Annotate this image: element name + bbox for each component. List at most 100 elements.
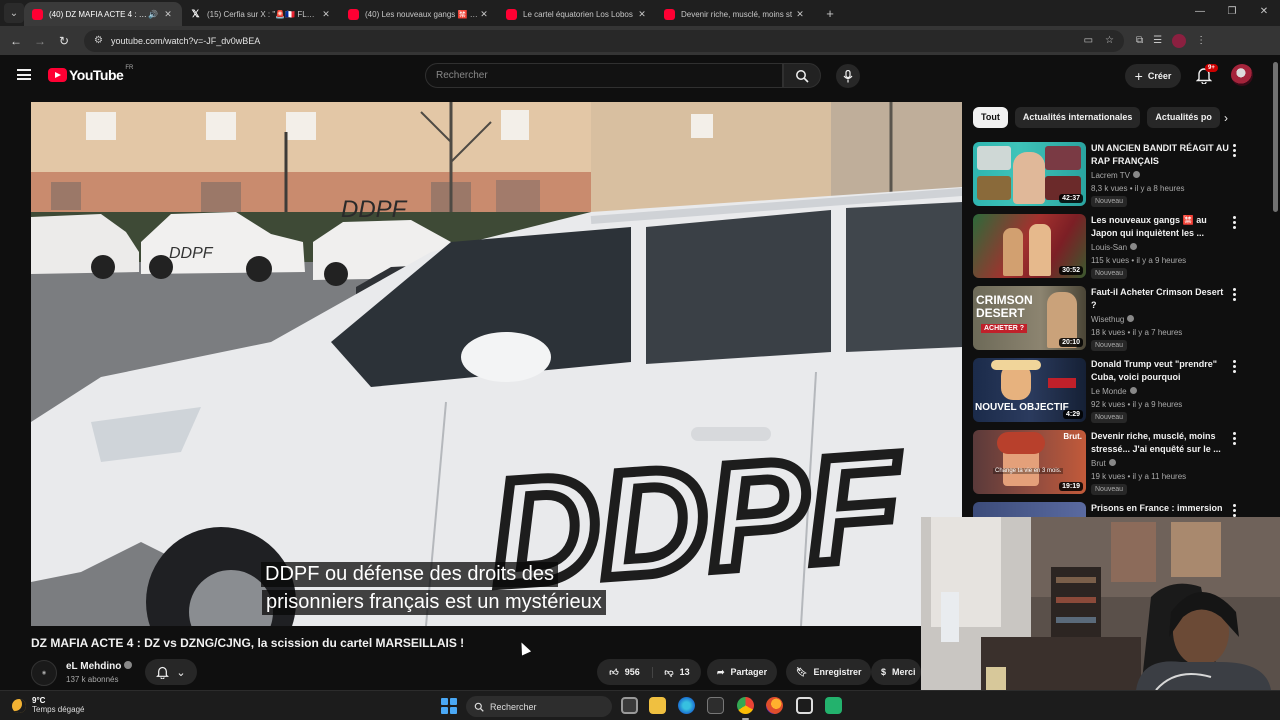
chip-politics-news[interactable]: Actualités po <box>1147 107 1220 128</box>
like-button[interactable]: 👍︎ 956 <box>597 666 653 678</box>
dislike-button[interactable]: 👎︎ 13 <box>653 667 701 678</box>
firefox-icon[interactable] <box>766 697 783 714</box>
maximize-icon[interactable]: ❐ <box>1216 0 1248 26</box>
youtube-icon <box>32 8 43 20</box>
browser-tab-4[interactable]: Le cartel équatorien Los Lobos ✕ <box>498 2 656 26</box>
chevron-right-icon[interactable]: › <box>1218 110 1234 126</box>
recommendation-item[interactable]: CRIMSON DESERT ACHETER ? 20:10 Faut-il A… <box>973 286 1243 352</box>
weather-widget[interactable]: 9°C Temps dégagé <box>12 696 84 715</box>
channel-name-text[interactable]: eL Mehdino <box>66 661 121 672</box>
taskbar-search[interactable]: Rechercher <box>466 696 612 717</box>
channel-name[interactable]: Wisethug <box>1091 315 1135 324</box>
weather-condition: Temps dégagé <box>32 705 85 714</box>
thumbnail[interactable]: CRIMSON DESERT ACHETER ? 20:10 <box>973 286 1086 350</box>
voice-search-button[interactable] <box>836 64 860 88</box>
bookmark-star-icon[interactable]: ☆ <box>1105 35 1114 46</box>
recommendation-item[interactable]: NOUVEL OBJECTIF 4:29 Donald Trump veut "… <box>973 358 1243 424</box>
youtube-logo[interactable]: YouTube FR <box>48 65 133 83</box>
notifications-button[interactable]: 9+ <box>1195 64 1218 85</box>
profile-avatar[interactable] <box>1172 33 1187 48</box>
more-actions-icon[interactable] <box>1233 432 1237 445</box>
speaker-icon[interactable]: 🔊 <box>148 10 158 19</box>
chrome-icon[interactable] <box>737 697 754 720</box>
thumbnail[interactable] <box>973 502 1086 517</box>
channel-name[interactable]: Le Monde <box>1091 387 1137 396</box>
store-icon[interactable] <box>707 697 724 714</box>
edge-icon[interactable] <box>678 697 695 714</box>
url-text[interactable]: youtube.com/watch?v=-JF_dv0wBEA <box>111 36 1072 46</box>
video-meta: 8,3 k vues • il y a 8 heures <box>1091 184 1185 193</box>
channel-name-text[interactable]: Brut <box>1091 459 1106 468</box>
new-tab-button[interactable]: + <box>820 6 840 21</box>
recommendation-item[interactable]: 30:52 Les nouveaux gangs 🈲 au Japon qui … <box>973 214 1243 280</box>
close-icon[interactable]: ✕ <box>162 9 174 20</box>
thumbnail[interactable]: NOUVEL OBJECTIF 4:29 <box>973 358 1086 422</box>
windows-start-icon[interactable] <box>441 698 457 714</box>
logo-text: YouTube <box>69 67 124 83</box>
site-info-icon[interactable]: ⚙ <box>94 35 103 46</box>
chip-international-news[interactable]: Actualités internationales <box>1014 107 1141 128</box>
close-icon[interactable]: ✕ <box>478 9 490 20</box>
subscription-bell-button[interactable]: ⌄ <box>145 659 197 685</box>
more-actions-icon[interactable] <box>1233 288 1237 301</box>
channel-name-text[interactable]: Louis-San <box>1091 243 1127 252</box>
browser-tab-5[interactable]: Devenir riche, musclé, moins st ✕ <box>656 2 814 26</box>
file-explorer-icon[interactable] <box>649 697 666 714</box>
search-input[interactable]: Rechercher <box>425 63 783 88</box>
channel-name-text[interactable]: Wisethug <box>1091 315 1124 324</box>
close-window-icon[interactable]: ✕ <box>1248 0 1280 26</box>
close-icon[interactable]: ✕ <box>636 9 648 20</box>
reload-icon[interactable]: ↻ <box>52 34 76 48</box>
thumbnail[interactable]: 30:52 <box>973 214 1086 278</box>
channel-name[interactable]: eL Mehdino <box>66 661 133 672</box>
back-icon[interactable]: ← <box>4 34 28 48</box>
recommendation-item[interactable]: 42:37 UN ANCIEN BANDIT RÉAGIT AU RAP FRA… <box>973 142 1243 208</box>
forward-icon[interactable]: → <box>28 34 52 48</box>
channel-name[interactable]: Brut <box>1091 459 1116 468</box>
recommendation-item[interactable]: Prisons en France : immersion <box>973 502 1243 517</box>
video-title[interactable]: Les nouveaux gangs 🈲 au Japon qui inquiè… <box>1091 214 1229 240</box>
share-button[interactable]: ➦ Partager <box>707 659 778 685</box>
video-title[interactable]: Donald Trump veut "prendre" Cuba, voici … <box>1091 358 1229 384</box>
more-actions-icon[interactable] <box>1233 216 1237 229</box>
browser-tab-1[interactable]: (40) DZ MAFIA ACTE 4 : DZ 🔊 ✕ <box>24 2 182 26</box>
cast-icon[interactable]: ▭ <box>1084 35 1093 46</box>
channel-avatar[interactable]: ◉ <box>31 660 57 686</box>
close-icon[interactable]: ✕ <box>794 9 806 20</box>
capcut-icon[interactable] <box>796 697 813 714</box>
browser-tab-2[interactable]: 𝕏 (15) Cerfia sur X : "🚨🇫🇷 FLASH ✕ <box>182 2 340 26</box>
tab-search-icon[interactable]: ⌄ <box>4 3 24 23</box>
more-actions-icon[interactable] <box>1233 504 1237 517</box>
video-title[interactable]: Devenir riche, musclé, moins stressé... … <box>1091 430 1229 456</box>
create-button[interactable]: + Créer <box>1125 64 1181 88</box>
account-avatar[interactable] <box>1231 64 1253 86</box>
task-view-icon[interactable] <box>621 697 638 714</box>
video-player[interactable]: DDPF DDPF DDPF DDPF ou défense des droit… <box>31 102 962 626</box>
recommendation-item[interactable]: Brut. Change ta vie en 3 mois. 19:19 Dev… <box>973 430 1243 496</box>
menu-icon[interactable] <box>17 69 31 80</box>
video-title[interactable]: Faut-il Acheter Crimson Desert ? <box>1091 286 1229 312</box>
close-icon[interactable]: ✕ <box>320 9 332 20</box>
app-icon[interactable] <box>825 697 842 714</box>
chip-all[interactable]: Tout <box>973 107 1008 128</box>
search-button[interactable] <box>783 63 821 88</box>
more-actions-icon[interactable] <box>1233 360 1237 373</box>
thumbnail[interactable]: 42:37 <box>973 142 1086 206</box>
thanks-button[interactable]: $ Merci <box>871 659 921 685</box>
channel-name-text[interactable]: Lacrem TV <box>1091 171 1130 180</box>
browser-tab-3[interactable]: (40) Les nouveaux gangs 🈲 au ✕ <box>340 2 498 26</box>
address-bar[interactable]: ⚙ youtube.com/watch?v=-JF_dv0wBEA ▭ ☆ <box>84 29 1124 52</box>
tab-groups-icon[interactable]: ☰ <box>1153 35 1162 46</box>
channel-name[interactable]: Louis-San <box>1091 243 1138 252</box>
channel-name[interactable]: Lacrem TV <box>1091 171 1140 180</box>
more-actions-icon[interactable] <box>1233 144 1237 157</box>
video-title[interactable]: UN ANCIEN BANDIT RÉAGIT AU RAP FRANÇAIS <box>1091 142 1229 168</box>
channel-name-text[interactable]: Le Monde <box>1091 387 1127 396</box>
video-title[interactable]: Prisons en France : immersion <box>1091 502 1229 515</box>
minimize-icon[interactable]: — <box>1184 0 1216 26</box>
save-button[interactable]: 🔖︎ Enregistrer <box>786 659 872 685</box>
extensions-icon[interactable]: ⧉ <box>1136 35 1143 46</box>
page-scrollbar[interactable] <box>1273 62 1278 212</box>
browser-menu-icon[interactable]: ⋮ <box>1196 35 1206 46</box>
thumbnail[interactable]: Brut. Change ta vie en 3 mois. 19:19 <box>973 430 1086 494</box>
